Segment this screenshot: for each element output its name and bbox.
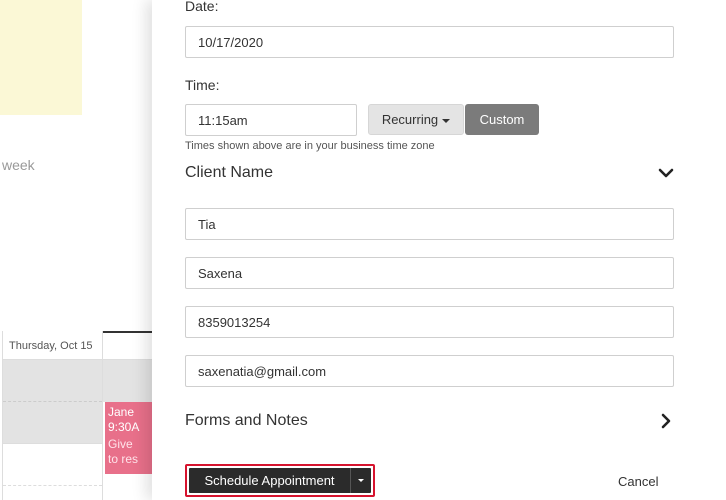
calendar-day-header <box>103 331 152 360</box>
calendar-slot[interactable] <box>3 444 102 486</box>
schedule-options-button[interactable] <box>351 468 371 493</box>
schedule-button-group: Schedule Appointment <box>185 464 375 497</box>
calendar-appointment[interactable]: Jane 9:30A Give to res <box>105 402 152 474</box>
time-label: Time: <box>185 77 220 93</box>
appointment-name: Jane <box>108 405 135 419</box>
custom-button[interactable]: Custom <box>465 104 539 135</box>
email-field[interactable]: saxenatia@gmail.com <box>185 355 674 387</box>
phone-field[interactable]: 8359013254 <box>185 306 674 338</box>
recurring-label: Recurring <box>381 112 439 127</box>
caret-down-icon <box>358 479 364 482</box>
calendar-day-header: Thursday, Oct 15 <box>3 331 102 360</box>
first-name-field[interactable]: Tia <box>185 208 674 240</box>
chevron-down-icon[interactable] <box>657 164 675 182</box>
cancel-button[interactable]: Cancel <box>618 474 658 489</box>
chevron-right-icon[interactable] <box>657 412 675 430</box>
forms-notes-heading[interactable]: Forms and Notes <box>185 412 308 430</box>
calendar-slot[interactable] <box>3 360 102 402</box>
background-calendar: week Thursday, Oct 15 Jane 9:30A Give to… <box>0 0 152 500</box>
last-name-field[interactable]: Saxena <box>185 257 674 289</box>
recurring-button[interactable]: Recurring <box>368 104 464 135</box>
appointment-time: 9:30A <box>108 420 140 434</box>
calendar-slot[interactable] <box>103 360 152 402</box>
appointment-panel: Date: 10/17/2020 Time: 11:15am Recurring… <box>152 0 726 500</box>
date-field[interactable]: 10/17/2020 <box>185 26 674 58</box>
calendar-grid: Thursday, Oct 15 Jane 9:30A Give to res <box>0 331 152 500</box>
calendar-day-column: Thursday, Oct 15 <box>2 331 103 500</box>
caret-down-icon <box>442 118 451 123</box>
time-field[interactable]: 11:15am <box>185 104 357 136</box>
date-label: Date: <box>185 0 219 14</box>
appointment-desc-line1: Give <box>108 437 133 451</box>
schedule-appointment-button[interactable]: Schedule Appointment <box>189 468 351 493</box>
client-name-heading[interactable]: Client Name <box>185 164 273 182</box>
calendar-slot[interactable] <box>3 402 102 444</box>
calendar-day-column: Jane 9:30A Give to res <box>103 331 152 500</box>
timezone-note: Times shown above are in your business t… <box>185 140 435 152</box>
calendar-highlight-block <box>0 0 82 115</box>
week-view-label[interactable]: week <box>2 157 35 173</box>
appointment-desc-line2: to res <box>108 452 139 466</box>
